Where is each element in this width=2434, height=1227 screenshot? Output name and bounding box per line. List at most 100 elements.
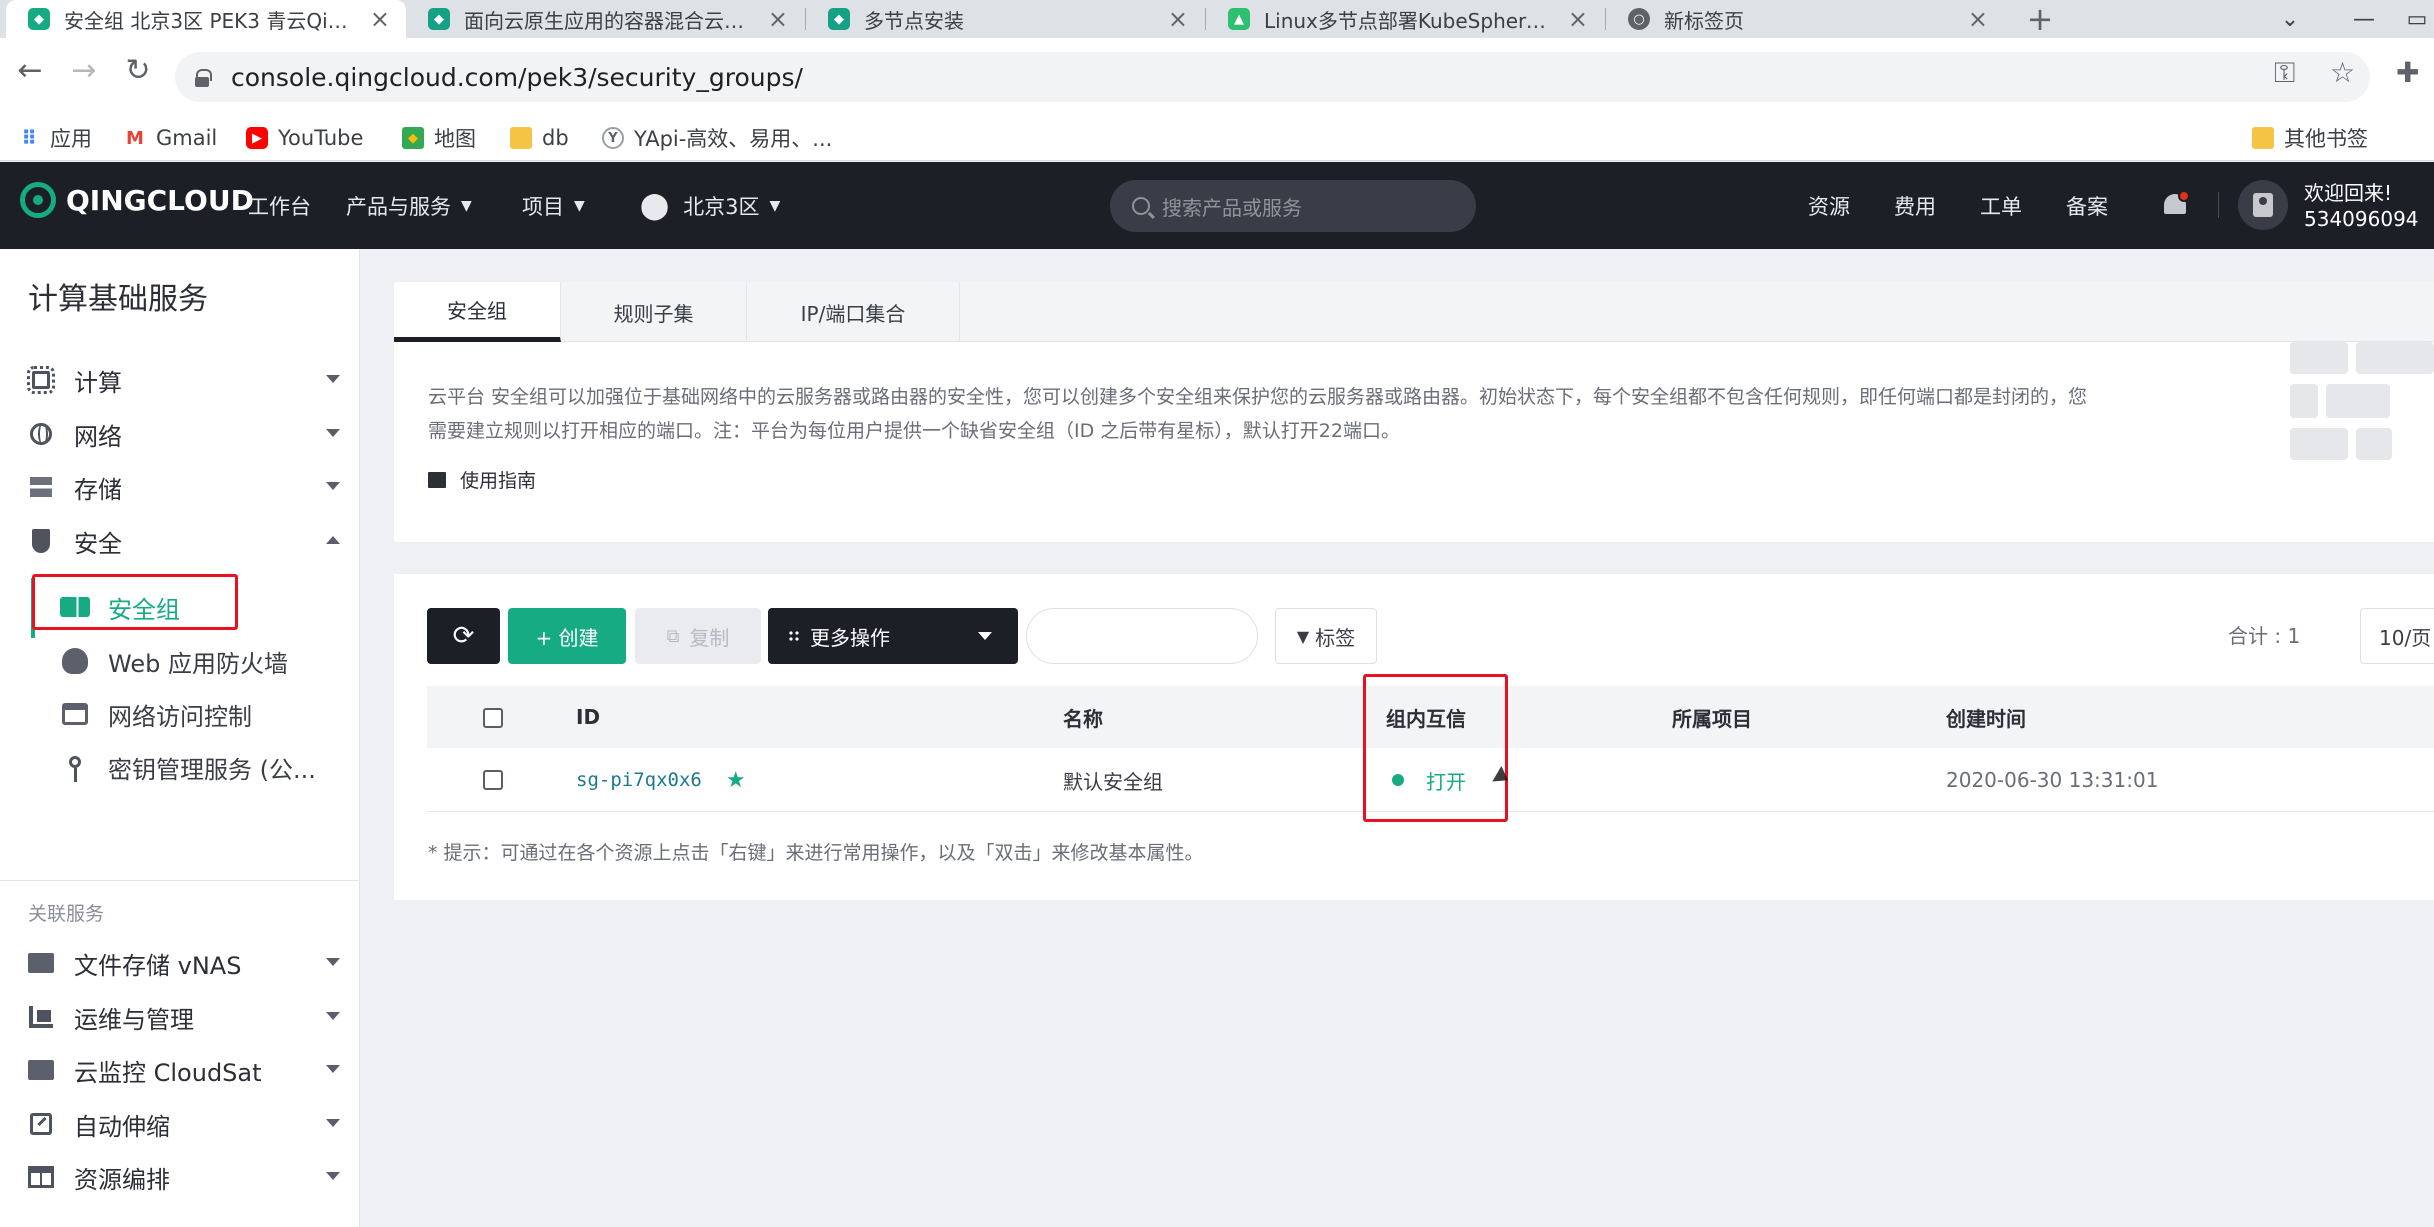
sidebar-group-security[interactable]: 安全	[28, 516, 340, 566]
minimize-window-icon[interactable]: —	[2344, 0, 2384, 38]
sidebar-group-compute[interactable]: 计算	[27, 355, 340, 405]
sidebar-item-kms[interactable]: 密钥管理服务 (公...	[60, 742, 340, 792]
chevron-down-icon	[978, 632, 992, 640]
nav-projects[interactable]: 项目 ▼	[522, 162, 585, 249]
bookmark-yapi[interactable]: Y YApi-高效、易用、...	[602, 115, 832, 161]
tab-title: 新标签页	[1664, 8, 1744, 33]
bookmark-star-icon[interactable]: ☆	[2330, 56, 2355, 89]
extensions-puzzle-icon[interactable]: ✚	[2396, 56, 2419, 89]
column-header-name[interactable]: 名称	[1063, 686, 1103, 748]
browser-tab-kubesphere-site[interactable]: ◆ 面向云原生应用的容器混合云，支持 ×	[406, 0, 804, 38]
row-name-cell: 默认安全组	[1063, 769, 1163, 794]
sidebar-item-label: 文件存储 vNAS	[74, 951, 242, 980]
sidebar-group-network[interactable]: 网络	[28, 409, 340, 459]
book-icon	[428, 471, 446, 488]
browser-tab-security-groups[interactable]: ◆ 安全组 北京3区 PEK3 青云QingCloud ×	[6, 0, 406, 38]
key-icon	[60, 754, 90, 782]
kubesphere-favicon-icon: ◆	[428, 8, 450, 30]
youtube-icon: ▶	[246, 127, 268, 149]
tab-rule-subsets[interactable]: 规则子集	[561, 282, 747, 342]
header-link-tickets[interactable]: 工单	[1980, 162, 2022, 249]
address-bar[interactable]: console.qingcloud.com/pek3/security_grou…	[175, 52, 2370, 102]
search-icon	[1132, 197, 1150, 215]
folder-icon	[510, 127, 532, 149]
chevron-down-icon	[326, 1065, 340, 1073]
tag-filter-button[interactable]: ▼ 标签	[1275, 608, 1377, 664]
row-id-cell[interactable]: sg-pi7qx0x6 ★	[576, 748, 746, 812]
sidebar-related-ops[interactable]: 运维与管理	[28, 992, 340, 1042]
close-tab-icon[interactable]: ×	[370, 5, 390, 33]
sidebar-related-cloudsat[interactable]: 云监控 CloudSat	[28, 1045, 340, 1095]
bookmark-youtube[interactable]: ▶ YouTube	[246, 115, 363, 161]
forward-arrow-icon[interactable]: →	[64, 50, 104, 90]
region-selector[interactable]: ⬤ 北京3区 ▼	[640, 162, 780, 249]
chevron-down-icon	[326, 375, 340, 383]
tab-search-icon[interactable]: ⌄	[2270, 0, 2310, 38]
bookmark-apps[interactable]: ⠿ 应用	[18, 115, 92, 161]
globe-icon	[28, 421, 54, 447]
close-tab-icon[interactable]: ×	[768, 5, 788, 33]
sidebar-related-autoscaling[interactable]: 自动伸缩	[28, 1099, 340, 1149]
user-guide-link[interactable]: 使用指南	[428, 466, 536, 493]
link-label: 费用	[1894, 194, 1936, 219]
chevron-down-icon: ▼	[461, 197, 472, 214]
url-text: console.qingcloud.com/pek3/security_grou…	[231, 62, 803, 92]
location-pin-icon: ⬤	[640, 190, 670, 221]
list-search-input[interactable]	[1026, 608, 1258, 664]
header-link-resources[interactable]: 资源	[1808, 162, 1850, 249]
sidebar-related-vnas[interactable]: 文件存储 vNAS	[28, 938, 340, 988]
browser-tab-multinode-install[interactable]: ◆ 多节点安装 ×	[806, 0, 1204, 38]
sidebar-group-storage[interactable]: 存储	[28, 462, 340, 512]
chevron-down-icon	[326, 958, 340, 966]
user-menu[interactable]: 欢迎回来! 534096094	[2304, 180, 2419, 232]
sidebar-related-orchestration[interactable]: 资源编排	[28, 1152, 340, 1202]
select-all-checkbox[interactable]	[483, 708, 503, 728]
storage-icon	[28, 474, 54, 500]
header-link-billing[interactable]: 费用	[1894, 162, 1936, 249]
column-header-created-time[interactable]: 创建时间	[1946, 686, 2026, 748]
user-avatar[interactable]	[2238, 180, 2288, 230]
maximize-window-icon[interactable]: ▭	[2400, 0, 2434, 38]
row-checkbox[interactable]	[483, 770, 503, 790]
sidebar-item-network-acl[interactable]: 网络访问控制	[60, 689, 340, 739]
nav-products-services[interactable]: 产品与服务 ▼	[346, 162, 472, 249]
reload-icon[interactable]: ↻	[118, 50, 158, 90]
tab-title: 多节点安装	[864, 8, 964, 33]
back-arrow-icon[interactable]: ←	[10, 50, 50, 90]
browser-tab-new-tab[interactable]: ○ 新标签页 ×	[1606, 0, 2004, 38]
tab-ip-port-sets[interactable]: IP/端口集合	[747, 282, 960, 342]
bookmark-maps[interactable]: ◆ 地图	[402, 115, 476, 161]
refresh-button[interactable]: ⟳	[427, 608, 500, 664]
region-label: 北京3区	[683, 194, 760, 219]
nav-workbench[interactable]: 工作台	[248, 162, 311, 249]
column-header-id[interactable]: ID	[576, 686, 600, 748]
link-label: 资源	[1808, 194, 1850, 219]
more-actions-dropdown[interactable]: 更多操作	[768, 608, 1018, 664]
close-tab-icon[interactable]: ×	[1168, 5, 1188, 33]
maps-icon: ◆	[402, 127, 424, 149]
copy-button[interactable]: ⧉ 复制	[635, 608, 761, 664]
sidebar-item-label: Web 应用防火墙	[108, 649, 288, 678]
bookmark-label: Gmail	[156, 126, 218, 150]
close-tab-icon[interactable]: ×	[1968, 5, 1988, 33]
tab-security-groups[interactable]: 安全组	[394, 282, 561, 342]
page-size-select[interactable]: 10/页	[2360, 608, 2434, 664]
bookmark-db-folder[interactable]: db	[510, 115, 569, 161]
close-tab-icon[interactable]: ×	[1568, 5, 1588, 33]
password-key-icon[interactable]: ⚿	[2274, 56, 2295, 90]
header-link-icp-filing[interactable]: 备案	[2066, 162, 2108, 249]
chevron-up-icon	[326, 536, 340, 544]
bookmark-other-folder[interactable]: 其他书签	[2252, 115, 2368, 161]
qingcloud-logo[interactable]: QINGCLOUD	[20, 182, 254, 218]
notification-bell-icon[interactable]	[2162, 190, 2190, 220]
copy-label: 复制	[689, 625, 730, 650]
column-header-project[interactable]: 所属项目	[1672, 686, 1752, 748]
nav-label: 产品与服务	[346, 194, 451, 219]
security-group-id-link[interactable]: sg-pi7qx0x6	[576, 769, 702, 791]
sidebar-item-waf[interactable]: Web 应用防火墙	[60, 636, 340, 686]
new-tab-button[interactable]: +	[2022, 0, 2058, 38]
create-button[interactable]: + 创建	[508, 608, 626, 664]
browser-tab-yuque[interactable]: ▲ Linux多节点部署KubeSphere · 语雀 ×	[1206, 0, 1604, 38]
global-search-input[interactable]: 搜索产品或服务	[1110, 180, 1476, 232]
bookmark-gmail[interactable]: M Gmail	[124, 115, 217, 161]
